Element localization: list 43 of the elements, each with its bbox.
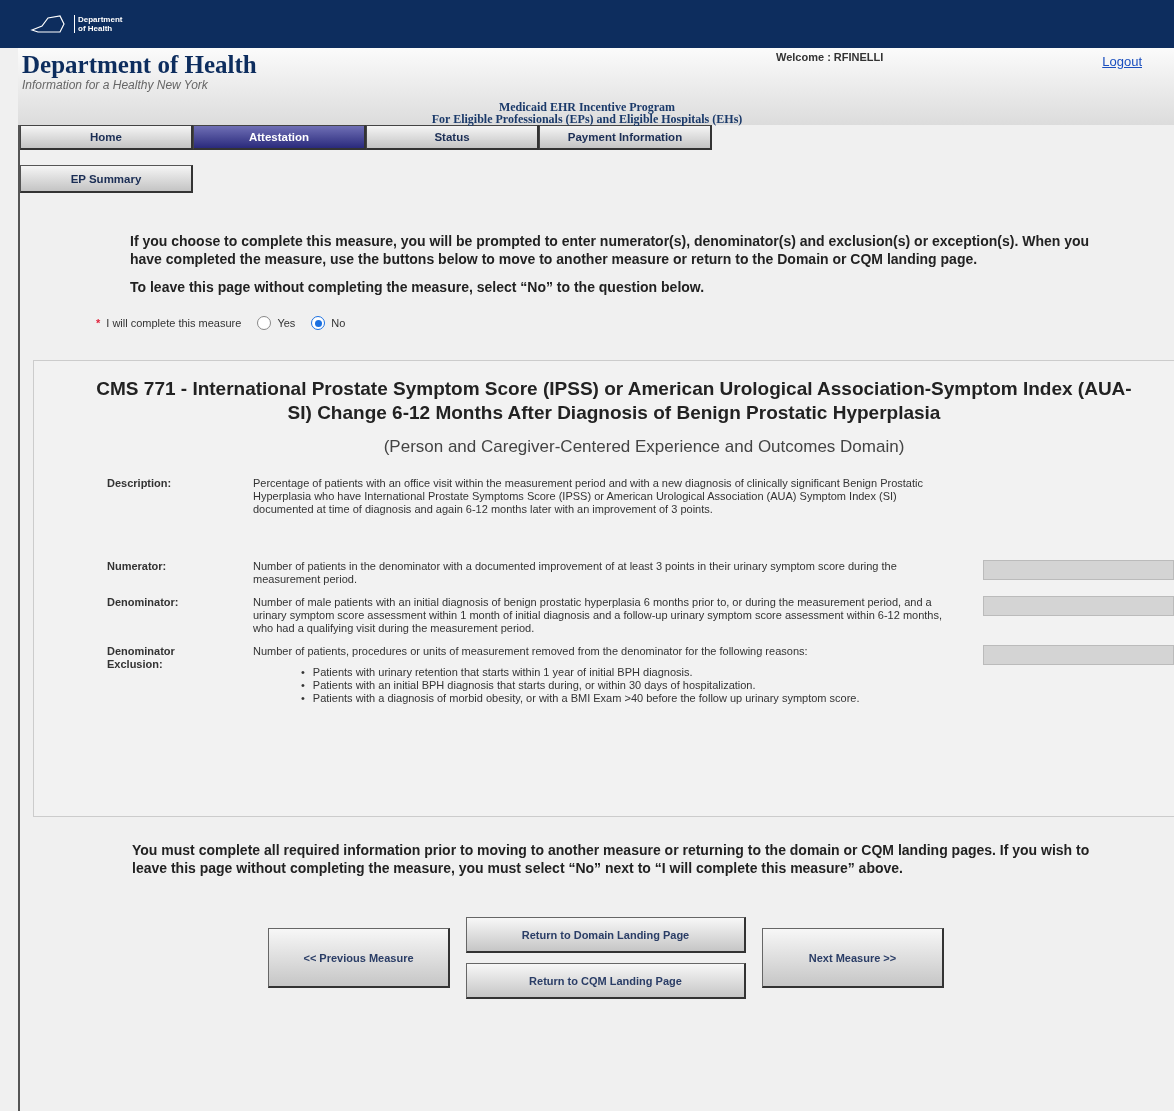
program-title: Medicaid EHR Incentive Program For Eligible Professionals (EPs) and Eligible Hospitals (EHs) <box>430 101 744 125</box>
nav-tab[interactable]: Home <box>20 125 193 150</box>
return-domain-button[interactable]: Return to Domain Landing Page <box>466 917 746 953</box>
site-title: Department of Health <box>22 52 258 78</box>
welcome-text: Welcome : RFINELLI <box>776 51 884 63</box>
bullet-mark: • <box>301 666 305 679</box>
measure-label: Denominator Exclusion: <box>107 645 176 672</box>
measure-domain: (Person and Caregiver-Centered Experience and Outcomes Domain) <box>382 437 906 457</box>
count-input[interactable] <box>983 560 1174 580</box>
exclusion-item: Patients with urinary retention that starts within 1 year of initial BPH diagnosis. <box>312 666 693 679</box>
radio-label: Yes <box>277 317 296 329</box>
site-tagline: Information for a Healthy New York <box>22 78 209 92</box>
question-label: I will complete this measure <box>106 317 242 329</box>
instruction-text: To leave this page without completing the measure, select “No” to the question below. <box>130 278 706 296</box>
exclusion-item: Patients with a diagnosis of morbid obesity, or with a BMI Exam >40 before the follow up urinary symptom score. <box>312 692 860 705</box>
count-input[interactable] <box>983 596 1174 616</box>
previous-measure-button[interactable]: << Previous Measure <box>268 928 450 988</box>
measure-label: Description: <box>107 477 173 491</box>
logout-link[interactable]: Logout <box>1102 54 1142 69</box>
radio-button[interactable] <box>257 316 272 330</box>
radio-label: No <box>331 317 346 329</box>
measure-title: CMS 771 - International Prostate Symptom Score (IPSS) or American Urological Association-Symptom Index (AUA-SI) Change 6-12 Months After Diagnosis of Benign Prostatic Hyperplasia <box>95 377 1133 425</box>
measure-text: Number of patients, procedures or units of measurement removed from the denominator for the following reasons: <box>253 645 809 658</box>
ep-summary-tab[interactable]: EP Summary <box>20 165 193 193</box>
logo-text: Department of Health <box>74 15 123 33</box>
return-cqm-button[interactable]: Return to CQM Landing Page <box>466 963 746 999</box>
nav-tab[interactable]: Status <box>366 125 539 150</box>
completion-note: You must complete all required information prior to moving to another measure or returning to the domain or CQM landing pages. If you wish to leave this page without completing the measure, you must select “No” next to “I will complete this measure” above. <box>132 841 1091 877</box>
nav-tab[interactable]: Attestation <box>193 125 366 150</box>
required-mark: * <box>96 317 101 329</box>
measure-text: Percentage of patients with an office visit within the measurement period and with a new diagnosis of clinically significant Benign Prostatic Hyperplasia who have International Prostate Symptoms Score (IPSS) or American Urological Association (AUA) Symptom Index (SI) documented at time of diagnosis and again 6-12 months later with an improvement of 3 points. <box>253 477 924 516</box>
measure-label: Numerator: <box>107 560 168 574</box>
count-input[interactable] <box>983 645 1174 665</box>
instruction-text: If you choose to complete this measure, you will be prompted to enter numerator(s), denominator(s) and exclusion(s) or exception(s). When you have completed the measure, use the buttons below to move to another measure or return to the Domain or CQM landing page. <box>130 232 1091 268</box>
measure-label: Denominator: <box>107 596 180 610</box>
bullet-mark: • <box>301 679 305 692</box>
bullet-mark: • <box>301 692 305 705</box>
exclusion-item: Patients with an initial BPH diagnosis that starts during, or within 30 days of hospitalization. <box>312 679 756 692</box>
radio-button[interactable] <box>311 316 326 330</box>
next-measure-button[interactable]: Next Measure >> <box>762 928 944 988</box>
measure-text: Number of patients in the denominator with a documented improvement of at least 3 points in their urinary symptom score during the measurement period. <box>253 560 898 586</box>
measure-text: Number of male patients with an initial diagnosis of benign prostatic hyperplasia 6 months prior to, or during the measurement period, and a urinary symptom score assessment within 1 month of initial diagnosis and a follow-up urinary symptom score assessment within 6-12 months, who had a qualifying visit during the measurement period. <box>253 596 943 635</box>
nav-tab[interactable]: Payment Information <box>539 125 712 150</box>
